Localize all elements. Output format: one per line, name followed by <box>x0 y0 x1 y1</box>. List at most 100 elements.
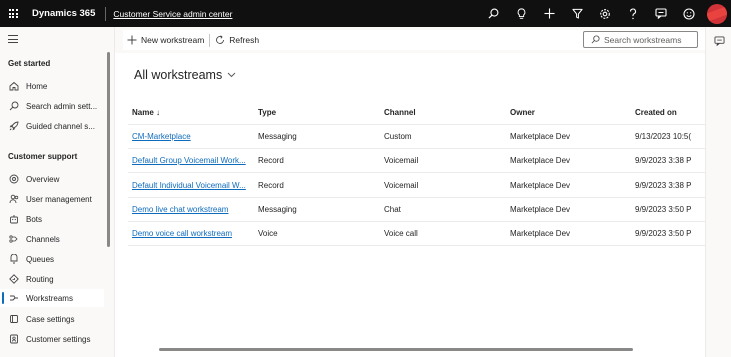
type-cell: Voice <box>258 229 278 238</box>
ideas-button[interactable] <box>507 0 535 27</box>
search-button[interactable] <box>479 0 507 27</box>
brand-title[interactable]: Dynamics 365 <box>32 8 95 19</box>
sidebar-item-label: Home <box>26 81 48 91</box>
sidebar-item-label: Bots <box>26 214 43 224</box>
smiley-icon <box>683 7 695 20</box>
search-workstreams[interactable] <box>583 31 699 48</box>
command-separator <box>209 33 211 47</box>
sidebar-item-workstreams[interactable]: Workstreams <box>0 289 104 307</box>
view-title: All workstreams <box>134 68 223 82</box>
channel-cell: Custom <box>384 132 412 141</box>
avatar <box>707 3 727 24</box>
workstream-name-link[interactable]: Default Individual Voicemail W... <box>132 181 250 190</box>
home-icon <box>8 81 19 92</box>
sidebar-item-routing[interactable]: Routing <box>0 270 104 288</box>
workstream-name-link[interactable]: Default Group Voicemail Work... <box>132 156 250 165</box>
owner-cell: Marketplace Dev <box>510 229 571 238</box>
customer-icon <box>8 334 19 345</box>
sidebar-item-home[interactable]: Home <box>0 77 104 95</box>
view-selector[interactable]: All workstreams <box>134 68 236 82</box>
created-on-cell: 9/9/2023 3:38 P <box>635 181 692 190</box>
sidebar-item-label: Search admin sett... <box>26 101 98 111</box>
app-launcher-button[interactable] <box>0 0 26 27</box>
table-row[interactable]: Demo live chat workstream Messaging Chat… <box>128 198 705 222</box>
created-on-cell: 9/9/2023 3:50 P <box>635 205 692 214</box>
table-row[interactable]: Default Group Voicemail Work... Record V… <box>128 149 705 173</box>
workstream-icon <box>8 293 19 304</box>
chat-button[interactable] <box>647 0 675 27</box>
filter-button[interactable] <box>563 0 591 27</box>
feedback-button[interactable] <box>675 0 703 27</box>
top-bar: Dynamics 365 Customer Service admin cent… <box>0 0 731 27</box>
refresh-button[interactable]: Refresh <box>211 30 263 50</box>
horizontal-scrollbar[interactable] <box>159 348 633 351</box>
overview-icon <box>8 174 19 185</box>
search-icon <box>488 8 498 19</box>
filter-icon <box>571 8 583 19</box>
workstream-name-link[interactable]: Demo live chat workstream <box>132 205 250 214</box>
sidebar-item-case-settings[interactable]: Case settings <box>0 310 104 328</box>
app-name-link[interactable]: Customer Service admin center <box>113 9 232 19</box>
sidebar-item-overview[interactable]: Overview <box>0 170 104 188</box>
sidebar-scrollbar[interactable] <box>107 52 110 247</box>
new-workstream-button[interactable]: New workstream <box>123 30 208 50</box>
settings-icon <box>600 8 610 19</box>
channels-icon <box>8 234 19 245</box>
sidebar-item-label: User management <box>26 194 92 204</box>
channel-cell: Chat <box>384 205 401 214</box>
copilot-chat-icon[interactable] <box>714 36 725 46</box>
new-workstream-label: New workstream <box>141 35 205 45</box>
sidebar-item-queues[interactable]: Queues <box>0 250 104 268</box>
people-icon <box>8 194 19 205</box>
sidebar-item-guided-channel-setup[interactable]: Guided channel s... <box>0 117 104 135</box>
table-row[interactable]: CM-Marketplace Messaging Custom Marketpl… <box>128 125 705 149</box>
waffle-icon <box>8 9 18 18</box>
sidebar-item-channels[interactable]: Channels <box>0 230 104 248</box>
lightbulb-icon <box>517 7 525 19</box>
type-cell: Record <box>258 156 284 165</box>
created-on-cell: 9/9/2023 3:50 P <box>635 229 692 238</box>
sidebar-item-label: Customer settings <box>26 334 91 344</box>
help-button[interactable] <box>619 0 647 27</box>
hamburger-menu-icon[interactable] <box>8 35 18 46</box>
search-icon <box>8 101 19 112</box>
type-cell: Messaging <box>258 205 297 214</box>
section-get-started: Get started <box>8 59 51 68</box>
sidebar-item-user-management[interactable]: User management <box>0 190 104 208</box>
created-on-cell: 9/9/2023 3:38 P <box>635 156 692 165</box>
top-icons <box>479 0 731 27</box>
sidebar-item-customer-settings[interactable]: Customer settings <box>0 330 104 348</box>
sidebar-item-label: Channels <box>26 234 60 244</box>
column-header-owner[interactable]: Owner <box>510 105 535 119</box>
sidebar-item-search-admin-settings[interactable]: Search admin sett... <box>0 97 104 115</box>
column-header-name[interactable]: Name ↓ <box>132 105 160 119</box>
plus-icon <box>127 35 137 45</box>
help-icon <box>629 7 636 19</box>
sidebar-item-label: Queues <box>26 254 55 264</box>
chat-icon <box>655 8 667 19</box>
workstream-name-link[interactable]: CM-Marketplace <box>132 132 250 141</box>
owner-cell: Marketplace Dev <box>510 181 571 190</box>
owner-cell: Marketplace Dev <box>510 132 571 141</box>
sidebar-item-label: Overview <box>26 174 60 184</box>
workstream-name-link[interactable]: Demo voice call workstream <box>132 229 250 238</box>
new-button[interactable] <box>535 0 563 27</box>
channel-cell: Voice call <box>384 229 418 238</box>
owner-cell: Marketplace Dev <box>510 205 571 214</box>
section-customer-support: Customer support <box>8 152 78 161</box>
column-header-type[interactable]: Type <box>258 105 276 119</box>
settings-button[interactable] <box>591 0 619 27</box>
sidebar-item-bots[interactable]: Bots <box>0 210 104 228</box>
routing-icon <box>8 274 19 285</box>
search-input[interactable] <box>604 34 699 45</box>
refresh-icon <box>215 35 225 45</box>
bot-icon <box>8 214 19 225</box>
table-row[interactable]: Default Individual Voicemail W... Record… <box>128 174 705 198</box>
table-row[interactable]: Demo voice call workstream Voice Voice c… <box>128 222 705 246</box>
channel-cell: Voicemail <box>384 181 419 190</box>
column-header-created-on[interactable]: Created on <box>635 105 677 119</box>
account-button[interactable] <box>703 0 731 27</box>
sidebar: Get started Home Search admin sett... Gu… <box>0 27 115 357</box>
column-header-channel[interactable]: Channel <box>384 105 416 119</box>
refresh-label: Refresh <box>229 35 260 45</box>
